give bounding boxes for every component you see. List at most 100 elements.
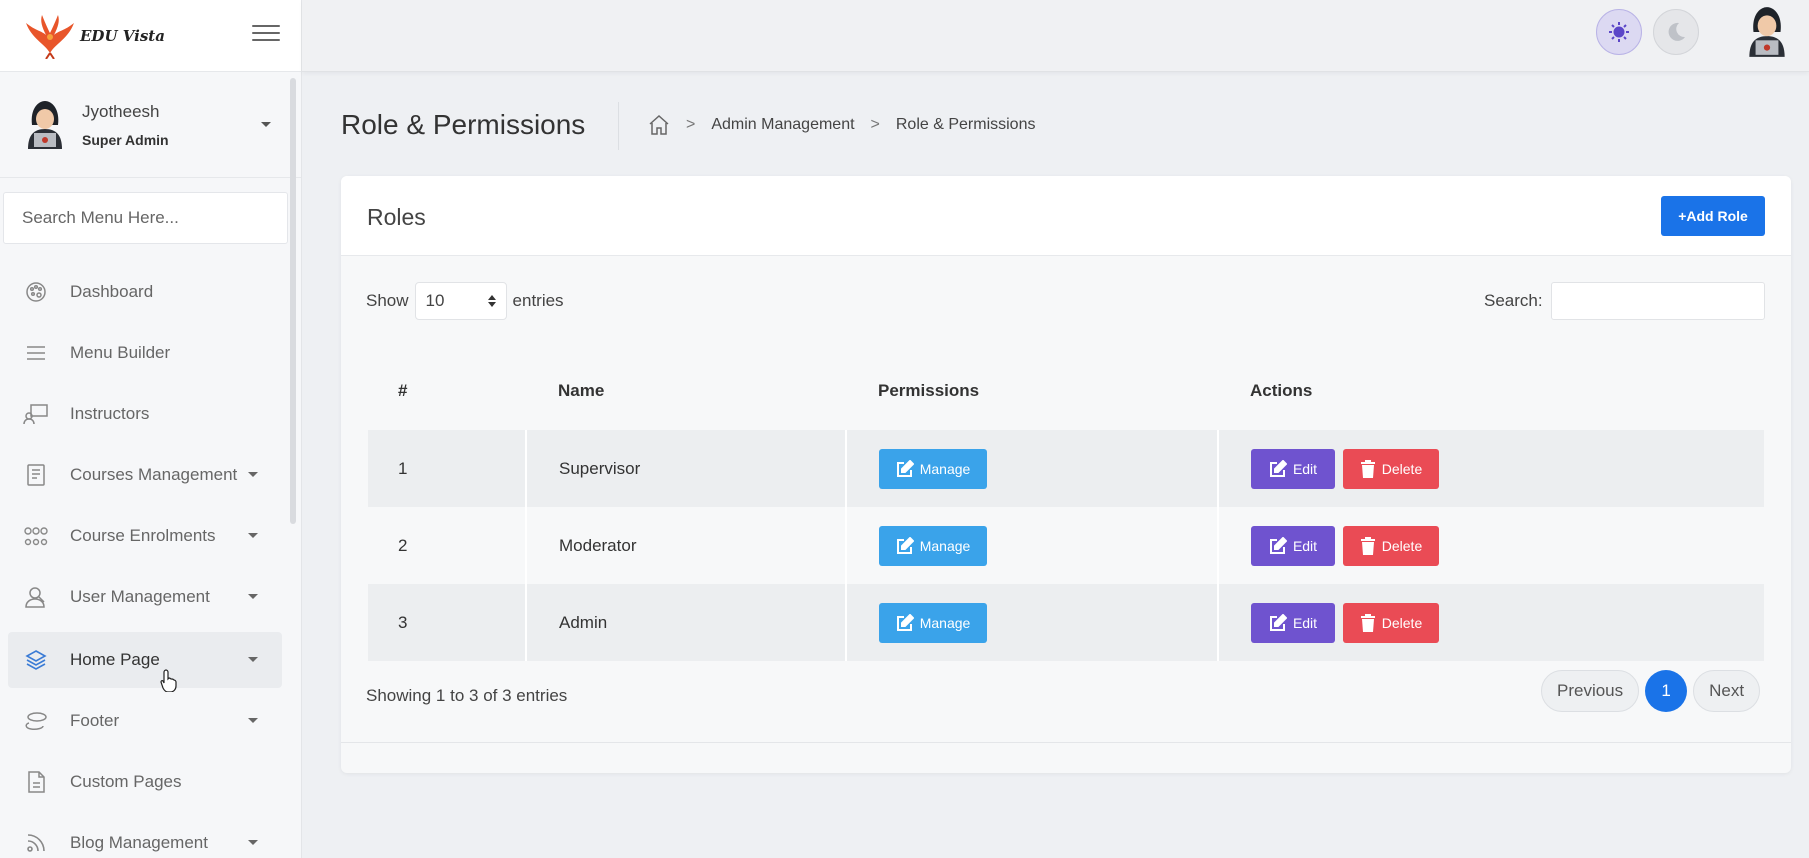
row-number: 2 xyxy=(368,507,527,584)
sidebar-item-label: Custom Pages xyxy=(70,772,182,791)
sidebar-item-instructors[interactable]: Instructors xyxy=(8,386,282,442)
book-icon xyxy=(22,461,50,489)
chevron-down-icon xyxy=(248,594,258,599)
edit-icon xyxy=(1269,459,1287,477)
breadcrumb-separator: > xyxy=(870,116,880,133)
sidebar-item-label: User Management xyxy=(70,587,210,606)
chevron-down-icon xyxy=(248,657,258,662)
trash-icon xyxy=(1360,459,1375,478)
chevron-down-icon xyxy=(248,718,258,723)
layers-icon xyxy=(22,646,50,674)
logo-bar: EDU Vista xyxy=(0,0,301,72)
edit-role-button[interactable]: Edit xyxy=(1251,448,1335,489)
sidebar-item-label: Home Page xyxy=(70,650,160,669)
search-label: Search: xyxy=(1484,291,1543,310)
page-title: Role & Permissions xyxy=(341,109,586,140)
sidebar: EDU Vista Jyotheesh Super Admin Dashboar… xyxy=(0,0,302,858)
breadcrumb: > Admin Management > Role & Permissions xyxy=(648,114,1035,136)
sidebar-item-courses-management[interactable]: Courses Management xyxy=(8,447,282,503)
title-divider xyxy=(618,102,619,150)
chevron-down-icon xyxy=(248,840,258,845)
page-icon xyxy=(22,768,50,796)
delete-role-button[interactable]: Delete xyxy=(1343,525,1439,566)
user-avatar-icon[interactable] xyxy=(1742,5,1792,59)
manage-permissions-button[interactable]: Manage xyxy=(879,525,987,566)
logo-text: EDU Vista xyxy=(80,26,165,45)
sidebar-item-label: Dashboard xyxy=(70,282,154,301)
column-header-number[interactable]: # xyxy=(368,352,526,430)
edit-role-button[interactable]: Edit xyxy=(1251,525,1335,566)
breadcrumb-admin-management[interactable]: Admin Management xyxy=(711,116,854,134)
user-icon xyxy=(22,583,50,611)
user-role: Super Admin xyxy=(82,131,169,148)
hand-cursor-icon xyxy=(160,669,177,692)
sidebar-item-label: Menu Builder xyxy=(70,343,171,362)
previous-page-button[interactable]: Previous xyxy=(1541,670,1640,712)
list-icon xyxy=(22,339,50,367)
row-number: 1 xyxy=(368,430,527,507)
group-icon xyxy=(22,522,50,550)
roles-table: # Name Permissions Actions 1 Supervisor … xyxy=(368,352,1764,661)
menu-search-input[interactable] xyxy=(3,192,288,244)
table-info: Showing 1 to 3 of 3 entries xyxy=(366,686,568,705)
add-role-button[interactable]: +Add Role xyxy=(1661,196,1765,236)
card-footer-divider xyxy=(341,742,1791,743)
breadcrumb-current: Role & Permissions xyxy=(895,116,1036,133)
column-header-name[interactable]: Name xyxy=(526,352,846,430)
sidebar-user-profile[interactable]: Jyotheesh Super Admin xyxy=(0,72,301,178)
phoenix-logo-icon xyxy=(26,14,74,59)
card-header: Roles +Add Role xyxy=(341,176,1791,256)
moon-icon xyxy=(1668,22,1685,41)
dark-theme-button[interactable] xyxy=(1653,9,1699,55)
sidebar-scrollbar[interactable] xyxy=(290,78,296,524)
table-row: 1 Supervisor Manage Edit Delete xyxy=(368,430,1764,507)
sidebar-item-label: Courses Management xyxy=(70,465,238,484)
topbar xyxy=(302,0,1809,72)
sun-icon xyxy=(1609,22,1629,42)
hacker-avatar-icon xyxy=(28,100,62,149)
presenter-icon xyxy=(22,400,50,428)
edit-icon xyxy=(1269,613,1287,631)
palette-icon xyxy=(22,278,50,306)
edit-icon xyxy=(896,613,914,631)
table-row: 2 Moderator Manage Edit Delete xyxy=(368,507,1764,584)
entries-select[interactable]: 10 xyxy=(414,282,507,320)
edit-role-button[interactable]: Edit xyxy=(1251,602,1335,643)
entries-label: entries xyxy=(512,291,564,310)
manage-permissions-button[interactable]: Manage xyxy=(879,448,987,489)
delete-role-button[interactable]: Delete xyxy=(1343,602,1439,643)
light-theme-button[interactable] xyxy=(1596,9,1642,55)
role-name: Admin xyxy=(526,584,847,661)
role-name: Supervisor xyxy=(526,430,847,507)
column-header-permissions[interactable]: Permissions xyxy=(846,352,1218,430)
footer-icon xyxy=(22,707,50,735)
hamburger-menu-icon[interactable] xyxy=(252,20,280,48)
sidebar-item-menu-builder[interactable]: Menu Builder xyxy=(8,325,282,381)
table-header-row: # Name Permissions Actions xyxy=(368,352,1764,430)
sidebar-item-course-enrolments[interactable]: Course Enrolments xyxy=(8,508,282,564)
delete-role-button[interactable]: Delete xyxy=(1343,448,1439,489)
sidebar-item-blog-management[interactable]: Blog Management xyxy=(8,815,282,858)
table-search: Search: xyxy=(1484,282,1765,320)
sidebar-item-custom-pages[interactable]: Custom Pages xyxy=(8,754,282,810)
trash-icon xyxy=(1360,536,1375,555)
entries-value: 10 xyxy=(425,291,445,310)
manage-permissions-button[interactable]: Manage xyxy=(879,602,987,643)
row-number: 3 xyxy=(368,584,527,661)
entries-length-control: Show 10 entries xyxy=(366,282,564,320)
chevron-down-icon xyxy=(248,533,258,538)
chevron-down-icon xyxy=(248,472,258,477)
chevron-down-icon[interactable] xyxy=(261,122,271,127)
sidebar-item-user-management[interactable]: User Management xyxy=(8,569,282,625)
sidebar-item-label: Course Enrolments xyxy=(70,526,216,545)
sidebar-item-footer[interactable]: Footer xyxy=(8,693,282,749)
sidebar-item-dashboard[interactable]: Dashboard xyxy=(8,264,282,320)
show-label: Show xyxy=(366,291,409,310)
role-name: Moderator xyxy=(526,507,847,584)
breadcrumb-separator: > xyxy=(686,116,696,133)
table-search-input[interactable] xyxy=(1550,282,1765,320)
home-icon[interactable] xyxy=(648,114,670,136)
page-1-button[interactable]: 1 xyxy=(1645,670,1688,712)
next-page-button[interactable]: Next xyxy=(1693,670,1761,712)
sidebar-item-home-page[interactable]: Home Page xyxy=(8,632,282,688)
